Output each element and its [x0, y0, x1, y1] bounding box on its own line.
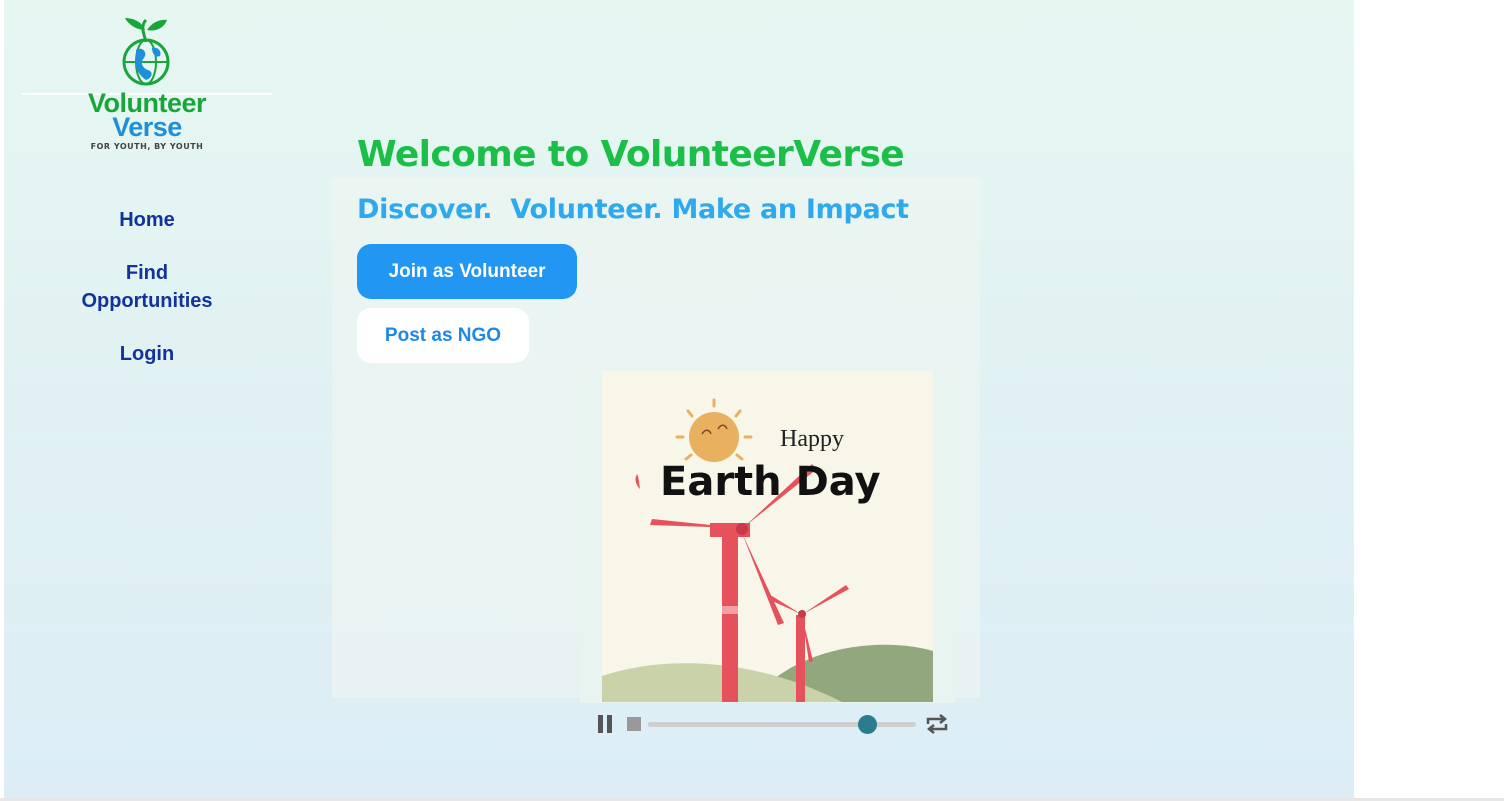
earth-day-illustration: Happy Earth Day [602, 371, 933, 702]
sidebar-nav: Home Find Opportunities Login [62, 206, 232, 393]
page-subtitle: Discover. Volunteer. Make an Impact [357, 194, 909, 225]
image-text-earth-day: Earth Day [660, 459, 881, 505]
logo-tagline: FOR YOUTH, BY YOUTH [90, 142, 204, 151]
page-title: Welcome to VolunteerVerse [357, 134, 905, 175]
loop-icon[interactable] [925, 711, 949, 737]
globe-sprout-icon [122, 18, 170, 86]
seek-bar-thumb[interactable] [857, 715, 877, 734]
seek-bar[interactable] [648, 715, 916, 734]
media-frame: Happy Earth Day [580, 371, 955, 703]
nav-item-home[interactable]: Home [62, 206, 232, 234]
stop-icon[interactable] [626, 716, 642, 732]
join-as-volunteer-button[interactable]: Join as Volunteer [357, 244, 577, 299]
media-controls [580, 708, 955, 740]
post-as-ngo-button[interactable]: Post as NGO [357, 308, 529, 363]
pause-icon[interactable] [596, 714, 614, 734]
logo-word-verse: Verse [112, 112, 182, 142]
nav-item-login[interactable]: Login [62, 340, 232, 368]
seek-bar-fill [648, 722, 868, 727]
nav-item-find-opportunities[interactable]: Find Opportunities [77, 259, 217, 315]
image-text-happy: Happy [780, 426, 844, 452]
logo[interactable]: Volunteer Verse FOR YOUTH, BY YOUTH [22, 16, 272, 156]
